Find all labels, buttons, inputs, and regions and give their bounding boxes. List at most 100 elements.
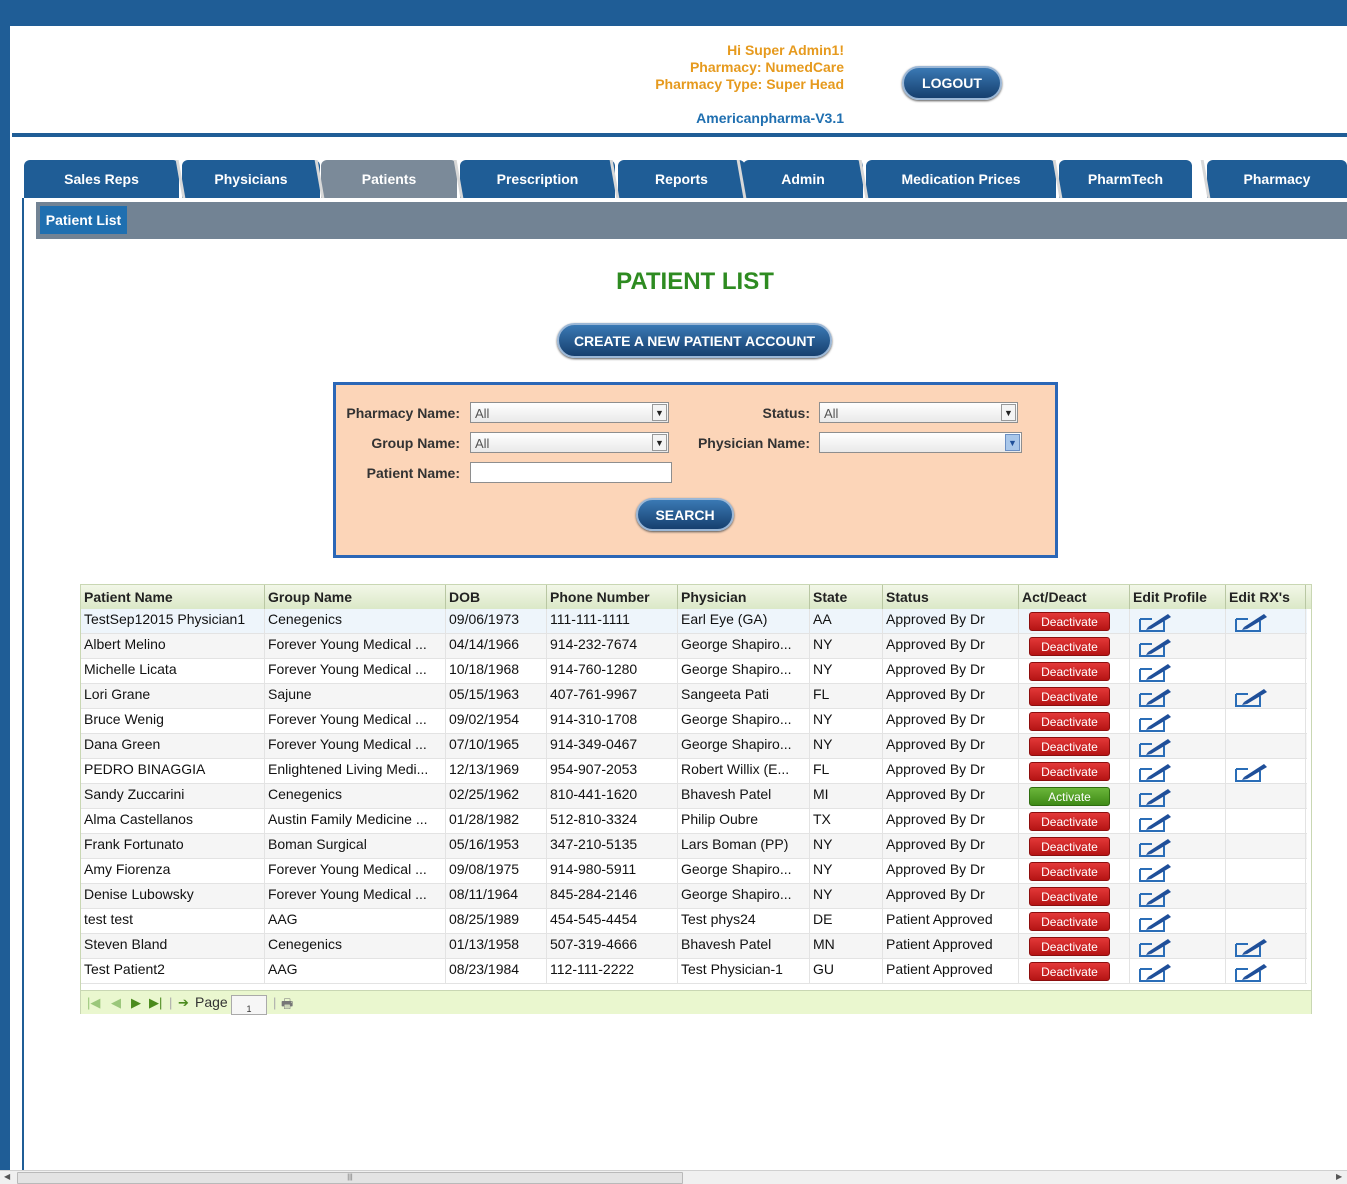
- deactivate-button[interactable]: Deactivate: [1029, 662, 1110, 681]
- deactivate-button[interactable]: Deactivate: [1029, 812, 1110, 831]
- table-row[interactable]: Alma Castellanos Austin Family Medicine .…: [81, 809, 1307, 834]
- edit-profile-icon[interactable]: [1138, 961, 1172, 983]
- cell-physician: Test phys24: [678, 909, 810, 934]
- deactivate-button[interactable]: Deactivate: [1029, 912, 1110, 931]
- deactivate-button[interactable]: Deactivate: [1029, 687, 1110, 706]
- table-row[interactable]: Frank Fortunato Boman Surgical 05/16/1953 3…: [81, 834, 1307, 859]
- table-row[interactable]: Lori Grane Sajune 05/15/1963 407-761-9967 Sa…: [81, 684, 1307, 709]
- tab-medication-prices[interactable]: Medication Prices: [866, 160, 1056, 198]
- subnav-item-patient-list[interactable]: Patient List: [40, 206, 127, 234]
- edit-profile-icon[interactable]: [1138, 686, 1172, 708]
- create-patient-button[interactable]: CREATE A NEW PATIENT ACCOUNT: [557, 323, 832, 358]
- column-header-edit-rx[interactable]: Edit RX's: [1226, 585, 1306, 609]
- table-row[interactable]: Sandy Zuccarini Cenegenics 02/25/1962 810-4…: [81, 784, 1307, 809]
- print-icon[interactable]: 🖶: [281, 995, 293, 1017]
- column-header-status[interactable]: Status: [883, 585, 1019, 609]
- pharmacy-name-label: Pharmacy Name:: [346, 405, 460, 421]
- edit-rx-icon[interactable]: [1234, 961, 1268, 983]
- edit-profile-icon[interactable]: [1138, 886, 1172, 908]
- status-select[interactable]: All ▼: [819, 402, 1018, 423]
- deactivate-button[interactable]: Deactivate: [1029, 937, 1110, 956]
- table-row[interactable]: Albert Melino Forever Young Medical ... 04…: [81, 634, 1307, 659]
- logout-button[interactable]: LOGOUT: [902, 66, 1002, 100]
- edit-profile-icon[interactable]: [1138, 661, 1172, 683]
- deactivate-button[interactable]: Deactivate: [1029, 862, 1110, 881]
- edit-profile-icon[interactable]: [1138, 836, 1172, 858]
- cell-edit-profile: [1130, 709, 1226, 734]
- table-row[interactable]: Steven Bland Cenegenics 01/13/1958 507-319-…: [81, 934, 1307, 959]
- table-row[interactable]: TestSep12015 Physician1 Cenegenics 09/06/1…: [81, 609, 1307, 634]
- edit-profile-icon[interactable]: [1138, 736, 1172, 758]
- cell-act-deact: Deactivate: [1019, 884, 1130, 909]
- edit-rx-icon[interactable]: [1234, 611, 1268, 633]
- pager-separator: |: [169, 995, 173, 1010]
- tab-physicians[interactable]: Physicians: [182, 160, 320, 198]
- tab-patients[interactable]: Patients: [321, 160, 457, 198]
- tab-sales-reps[interactable]: Sales Reps: [24, 160, 179, 198]
- edit-profile-icon[interactable]: [1138, 611, 1172, 633]
- column-header-dob[interactable]: DOB: [446, 585, 547, 609]
- activate-button[interactable]: Activate: [1029, 787, 1110, 806]
- first-page-icon[interactable]: |◀: [87, 995, 100, 1011]
- table-row[interactable]: Denise Lubowsky Forever Young Medical ...…: [81, 884, 1307, 909]
- tab-pharmacy[interactable]: Pharmacy: [1207, 160, 1347, 198]
- next-page-icon[interactable]: ▶: [131, 995, 141, 1011]
- last-page-icon[interactable]: ▶|: [149, 995, 162, 1011]
- deactivate-button[interactable]: Deactivate: [1029, 612, 1110, 631]
- table-row[interactable]: PEDRO BINAGGIA Enlightened Living Medi...…: [81, 759, 1307, 784]
- column-header-phone[interactable]: Phone Number: [547, 585, 678, 609]
- cell-status: Approved By Dr: [883, 709, 1019, 734]
- cell-physician: Bhavesh Patel: [678, 934, 810, 959]
- table-row[interactable]: Bruce Wenig Forever Young Medical ... 09/0…: [81, 709, 1307, 734]
- table-row[interactable]: Michelle Licata Forever Young Medical ...…: [81, 659, 1307, 684]
- group-name-select[interactable]: All ▼: [470, 432, 669, 453]
- cell-phone: 810-441-1620: [547, 784, 678, 809]
- deactivate-button[interactable]: Deactivate: [1029, 712, 1110, 731]
- column-header-state[interactable]: State: [810, 585, 883, 609]
- edit-profile-icon[interactable]: [1138, 711, 1172, 733]
- column-header-physician[interactable]: Physician: [678, 585, 810, 609]
- edit-rx-icon[interactable]: [1234, 761, 1268, 783]
- edit-profile-icon[interactable]: [1138, 786, 1172, 808]
- tab-admin[interactable]: Admin: [743, 160, 863, 198]
- prev-page-icon[interactable]: ◀: [111, 995, 121, 1011]
- column-header-edit-profile[interactable]: Edit Profile: [1130, 585, 1226, 609]
- tab-pharmtech[interactable]: PharmTech: [1059, 160, 1192, 198]
- column-header-group-name[interactable]: Group Name: [265, 585, 446, 609]
- cell-dob: 10/18/1968: [446, 659, 547, 684]
- physician-name-select[interactable]: ▼: [819, 432, 1022, 453]
- edit-profile-icon[interactable]: [1138, 636, 1172, 658]
- deactivate-button[interactable]: Deactivate: [1029, 637, 1110, 656]
- table-row[interactable]: Test Patient2 AAG 08/23/1984 112-111-2222 Te…: [81, 959, 1307, 984]
- edit-profile-icon[interactable]: [1138, 761, 1172, 783]
- tab-prescription[interactable]: Prescription: [460, 160, 615, 198]
- deactivate-button[interactable]: Deactivate: [1029, 737, 1110, 756]
- table-row[interactable]: Dana Green Forever Young Medical ... 07/10…: [81, 734, 1307, 759]
- tab-reports[interactable]: Reports: [618, 160, 745, 198]
- table-row[interactable]: Amy Fiorenza Forever Young Medical ... 09/…: [81, 859, 1307, 884]
- edit-profile-icon[interactable]: [1138, 811, 1172, 833]
- deactivate-button[interactable]: Deactivate: [1029, 887, 1110, 906]
- cell-state: TX: [810, 809, 883, 834]
- page-number-input[interactable]: 1: [231, 995, 267, 1015]
- table-row[interactable]: test test AAG 08/25/1989 454-545-4454 Test p…: [81, 909, 1307, 934]
- deactivate-button[interactable]: Deactivate: [1029, 962, 1110, 981]
- deactivate-button[interactable]: Deactivate: [1029, 762, 1110, 781]
- edit-profile-icon[interactable]: [1138, 936, 1172, 958]
- edit-rx-icon[interactable]: [1234, 936, 1268, 958]
- edit-rx-icon[interactable]: [1234, 686, 1268, 708]
- column-header-act-deact[interactable]: Act/Deact: [1019, 585, 1130, 609]
- search-button[interactable]: SEARCH: [636, 498, 734, 531]
- column-header-patient-name[interactable]: Patient Name: [81, 585, 265, 609]
- cell-status: Patient Approved: [883, 934, 1019, 959]
- scroll-thumb[interactable]: |||: [17, 1172, 683, 1184]
- scroll-left-icon[interactable]: ◀: [4, 1172, 10, 1181]
- edit-profile-icon[interactable]: [1138, 861, 1172, 883]
- edit-profile-icon[interactable]: [1138, 911, 1172, 933]
- deactivate-button[interactable]: Deactivate: [1029, 837, 1110, 856]
- refresh-icon[interactable]: ➔: [178, 995, 189, 1011]
- pharmacy-name-select[interactable]: All ▼: [470, 402, 669, 423]
- horizontal-scrollbar[interactable]: ◀ ||| ▶: [0, 1170, 1347, 1184]
- patient-name-input[interactable]: [470, 462, 672, 483]
- scroll-right-icon[interactable]: ▶: [1336, 1172, 1342, 1181]
